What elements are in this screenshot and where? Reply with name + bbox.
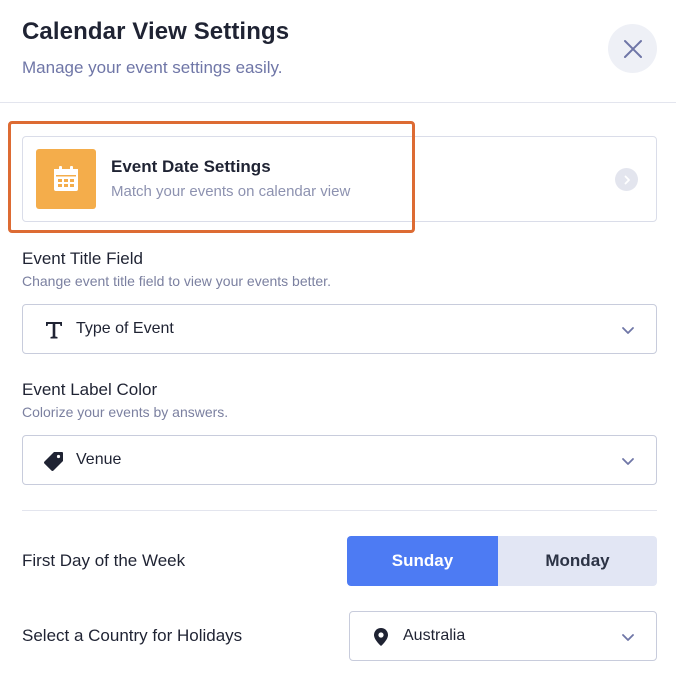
- tag-icon: [43, 450, 65, 472]
- event-date-settings-description: Match your events on calendar view: [111, 183, 351, 200]
- location-pin-icon: [370, 626, 392, 648]
- close-icon: [623, 39, 642, 58]
- panel-header: Calendar View Settings Manage your event…: [0, 0, 676, 103]
- page-title: Calendar View Settings: [22, 18, 290, 45]
- first-day-toggle: Sunday Monday: [347, 536, 657, 586]
- page-subtitle: Manage your event settings easily.: [22, 58, 283, 77]
- event-title-field-value: Type of Event: [76, 320, 174, 337]
- chevron-down-icon: [622, 327, 634, 334]
- sunday-option[interactable]: Sunday: [347, 536, 498, 586]
- calendar-icon: [36, 149, 96, 209]
- event-label-color-label: Event Label Color: [22, 380, 158, 399]
- event-title-field-select[interactable]: Type of Event: [22, 304, 657, 354]
- event-date-settings-card[interactable]: Event Date Settings Match your events on…: [22, 136, 657, 222]
- event-label-color-value: Venue: [76, 451, 122, 468]
- first-day-label: First Day of the Week: [22, 551, 186, 570]
- event-date-settings-title: Event Date Settings: [111, 157, 271, 176]
- text-type-icon: [43, 319, 65, 341]
- event-title-field-help: Change event title field to view your ev…: [22, 273, 331, 289]
- close-button[interactable]: [608, 24, 657, 73]
- holiday-country-label: Select a Country for Holidays: [22, 626, 243, 645]
- chevron-down-icon: [622, 634, 634, 641]
- event-label-color-select[interactable]: Venue: [22, 435, 657, 485]
- holiday-country-value: Australia: [403, 627, 466, 644]
- section-divider: [22, 510, 657, 511]
- monday-option[interactable]: Monday: [498, 536, 657, 586]
- event-title-field-label: Event Title Field: [22, 249, 143, 268]
- holiday-country-select[interactable]: Australia: [349, 611, 657, 661]
- chevron-down-icon: [622, 458, 634, 465]
- event-label-color-help: Colorize your events by answers.: [22, 404, 229, 420]
- chevron-right-icon: [615, 168, 638, 191]
